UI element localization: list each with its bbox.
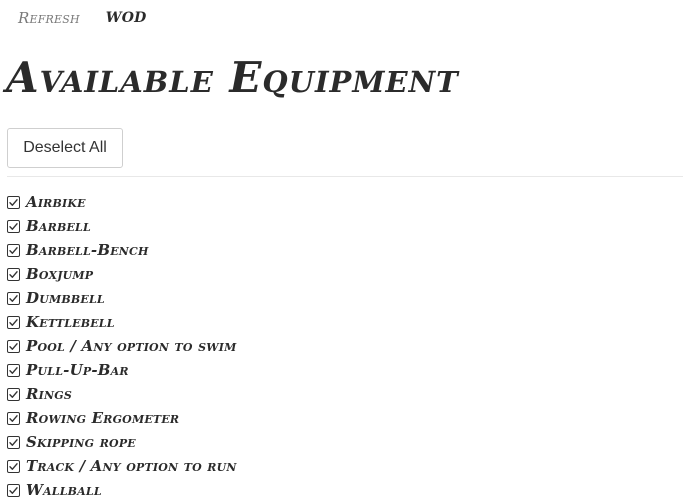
equipment-label: Rings	[26, 385, 73, 403]
checkbox[interactable]	[7, 243, 20, 257]
checkbox[interactable]	[7, 315, 20, 329]
equipment-item-airbike[interactable]: Airbike	[7, 190, 237, 214]
check-icon	[9, 294, 18, 302]
equipment-list: Airbike Barbell Barbell-Bench Boxjump Du…	[7, 190, 237, 502]
equipment-item-wallball[interactable]: Wallball	[7, 478, 237, 502]
check-icon	[9, 318, 18, 326]
equipment-label: Barbell	[26, 217, 91, 235]
check-icon	[9, 270, 18, 278]
equipment-label: Kettlebell	[26, 313, 115, 331]
equipment-item-kettlebell[interactable]: Kettlebell	[7, 310, 237, 334]
wod-link[interactable]: WOD	[106, 10, 147, 26]
check-icon	[9, 438, 18, 446]
equipment-label: Track / Any option to run	[26, 457, 237, 475]
deselect-all-button[interactable]: Deselect All	[7, 128, 123, 168]
equipment-item-dumbbell[interactable]: Dumbbell	[7, 286, 237, 310]
equipment-page: Refresh WOD Available Equipment Deselect…	[0, 0, 689, 503]
checkbox[interactable]	[7, 387, 20, 401]
check-icon	[9, 222, 18, 230]
equipment-label: Barbell-Bench	[26, 241, 149, 259]
check-icon	[9, 462, 18, 470]
equipment-label: Skipping rope	[26, 433, 136, 451]
equipment-label: Pull-Up-Bar	[26, 361, 129, 379]
checkbox[interactable]	[7, 195, 20, 209]
check-icon	[9, 366, 18, 374]
checkbox[interactable]	[7, 483, 20, 497]
check-icon	[9, 198, 18, 206]
section-divider	[7, 176, 683, 177]
refresh-link[interactable]: Refresh	[18, 9, 80, 27]
top-nav: Refresh WOD	[18, 8, 146, 28]
equipment-item-barbell[interactable]: Barbell	[7, 214, 237, 238]
equipment-item-rowing-ergometer[interactable]: Rowing Ergometer	[7, 406, 237, 430]
checkbox[interactable]	[7, 411, 20, 425]
checkbox[interactable]	[7, 435, 20, 449]
equipment-item-skipping-rope[interactable]: Skipping rope	[7, 430, 237, 454]
check-icon	[9, 246, 18, 254]
checkbox[interactable]	[7, 267, 20, 281]
check-icon	[9, 390, 18, 398]
checkbox[interactable]	[7, 459, 20, 473]
equipment-label: Dumbbell	[26, 289, 105, 307]
checkbox[interactable]	[7, 291, 20, 305]
equipment-label: Airbike	[26, 193, 86, 211]
equipment-item-pull-up-bar[interactable]: Pull-Up-Bar	[7, 358, 237, 382]
equipment-item-rings[interactable]: Rings	[7, 382, 237, 406]
check-icon	[9, 342, 18, 350]
equipment-label: Wallball	[26, 481, 102, 499]
check-icon	[9, 414, 18, 422]
equipment-item-track[interactable]: Track / Any option to run	[7, 454, 237, 478]
equipment-item-pool[interactable]: Pool / Any option to swim	[7, 334, 237, 358]
checkbox[interactable]	[7, 363, 20, 377]
page-title: Available Equipment	[6, 53, 459, 102]
check-icon	[9, 486, 18, 494]
equipment-item-barbell-bench[interactable]: Barbell-Bench	[7, 238, 237, 262]
equipment-item-boxjump[interactable]: Boxjump	[7, 262, 237, 286]
equipment-label: Boxjump	[26, 265, 94, 283]
equipment-label: Rowing Ergometer	[26, 409, 180, 427]
equipment-label: Pool / Any option to swim	[26, 337, 237, 355]
checkbox[interactable]	[7, 219, 20, 233]
checkbox[interactable]	[7, 339, 20, 353]
